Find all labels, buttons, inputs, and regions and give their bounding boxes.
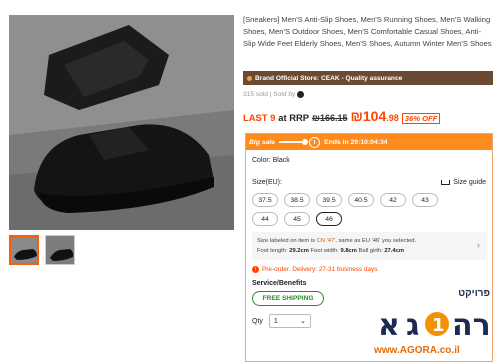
thumbnail-2[interactable]	[45, 235, 75, 265]
seller-avatar-icon[interactable]	[297, 91, 305, 98]
info-icon: !	[252, 266, 259, 273]
store-label: Brand Official Store: CEAK - Quality ass…	[255, 74, 403, 82]
free-shipping-badge[interactable]: FREE SHIPPING	[252, 291, 324, 306]
size-option-40-5[interactable]: 40.5	[348, 193, 374, 207]
delivery-text: Pre-order. Delivery: 27-31 business days	[262, 266, 378, 273]
sale-bar: Big sale Ends in 29:10:04:34	[246, 134, 492, 150]
ruler-icon	[441, 180, 451, 185]
size-option-37-5[interactable]: 37.5	[252, 193, 278, 207]
product-main-image[interactable]	[9, 15, 234, 230]
sold-count: 315 sold | Sold by	[243, 91, 296, 98]
size-option-38-5[interactable]: 38.5	[284, 193, 310, 207]
stock-label: LAST 9	[243, 112, 276, 123]
size-option-44[interactable]: 44	[252, 212, 278, 226]
foot-measurements: Foot length: 29.2cm Foot width: 9.8cm Ba…	[257, 248, 404, 254]
sale-label: Big sale	[249, 138, 276, 146]
thumbnail-strip	[9, 235, 75, 265]
size-info-box[interactable]: Size labeled on item is CN '47', same as…	[252, 232, 486, 260]
rrp-price: ₪166.15	[312, 113, 348, 123]
price-row: LAST 9 at RRP ₪166.15 ₪104.98 36% OFF	[243, 108, 441, 124]
preorder-notice: ! Pre-order. Delivery: 27-31 business da…	[252, 266, 486, 273]
discount-badge: 36% OFF	[401, 113, 441, 124]
size-option-43[interactable]: 43	[412, 193, 438, 207]
sale-countdown: Ends in 29:10:04:34	[324, 138, 388, 146]
at-rrp-label: at RRP	[278, 112, 310, 123]
store-banner[interactable]: Brand Official Store: CEAK - Quality ass…	[243, 71, 493, 85]
current-price: ₪104.98	[350, 108, 399, 124]
quantity-label: Qty	[252, 317, 263, 325]
quantity-value: 1	[273, 317, 278, 325]
product-title: [Sneakers] Men'S Anti-Slip Shoes, Men'S …	[243, 15, 492, 48]
size-option-46-selected[interactable]: 46	[316, 212, 342, 226]
shoe-image	[9, 15, 234, 230]
sale-timeline-icon	[279, 139, 309, 145]
thumbnail-1[interactable]	[9, 235, 39, 265]
size-option-45[interactable]: 45	[284, 212, 310, 226]
quantity-row: Qty 1 ⌄	[252, 314, 486, 328]
size-option-42[interactable]: 42	[380, 193, 406, 207]
chevron-down-icon: ⌄	[300, 318, 306, 325]
size-conversion-text: Size labeled on item is CN '47', same as…	[257, 238, 417, 244]
sold-info: 315 sold | Sold by	[243, 91, 305, 98]
store-badge-icon	[247, 75, 252, 81]
size-guide-link[interactable]: Size guide	[441, 179, 486, 186]
color-label: Color: Black	[252, 157, 290, 164]
size-label: Size(EU):	[252, 179, 282, 186]
purchase-panel: Big sale Ends in 29:10:04:34 Color: Blac…	[245, 133, 493, 362]
size-options: 37.5 38.5 39.5 40.5 42 43 44 45 46	[252, 193, 452, 226]
quantity-select[interactable]: 1 ⌄	[268, 314, 311, 328]
chevron-right-icon: ›	[477, 240, 480, 250]
clock-icon	[309, 136, 321, 148]
size-option-39-5[interactable]: 39.5	[316, 193, 342, 207]
size-guide-label: Size guide	[453, 179, 486, 186]
service-label: Service/Benefits	[252, 280, 307, 287]
